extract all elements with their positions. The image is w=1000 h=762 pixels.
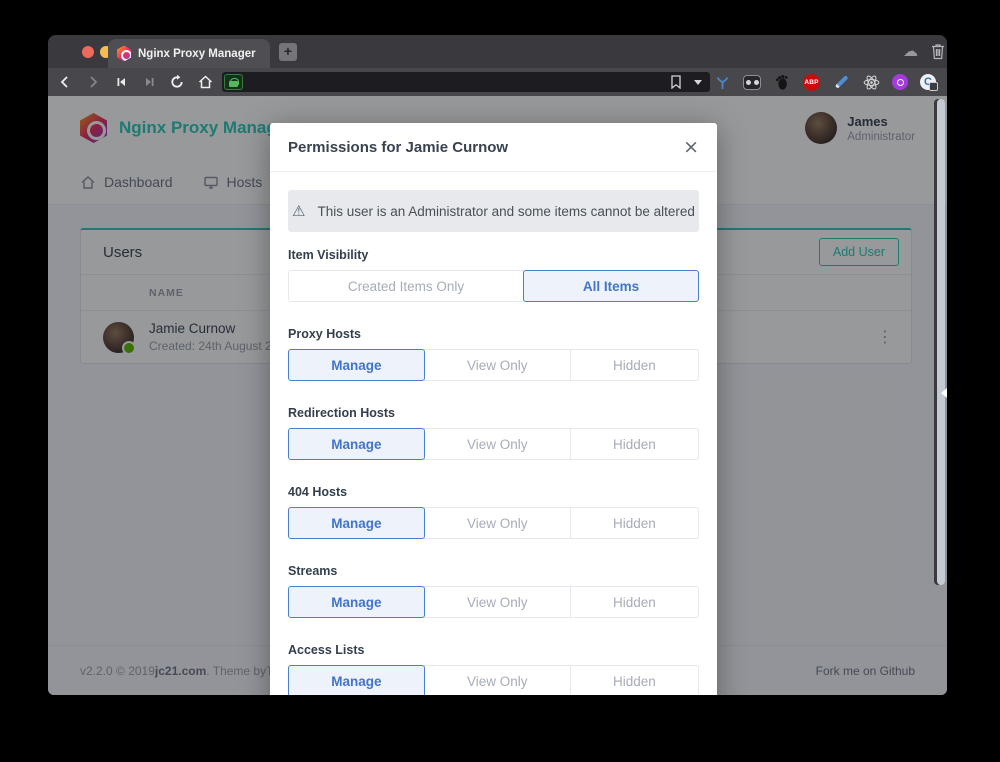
browser-tab[interactable]: Nginx Proxy Manager	[108, 39, 270, 68]
extension-robot-icon[interactable]	[743, 73, 761, 91]
segment-option-view-only[interactable]: View Only	[424, 665, 571, 695]
segment-option-manage[interactable]: Manage	[288, 428, 425, 460]
close-window-button[interactable]	[82, 46, 94, 58]
warning-icon: ⚠	[292, 202, 305, 220]
segment-option-manage[interactable]: Manage	[288, 586, 425, 618]
extension-tree-icon[interactable]	[713, 73, 731, 91]
segment-option-manage[interactable]: Manage	[288, 665, 425, 695]
https-lock-icon[interactable]	[224, 74, 243, 90]
segment-option-hidden[interactable]: Hidden	[570, 507, 699, 539]
segment-option-hidden[interactable]: Hidden	[570, 349, 699, 381]
segment-option-view-only[interactable]: View Only	[424, 586, 571, 618]
perm-section-streams: Streams ManageView OnlyHidden	[288, 564, 699, 618]
modal-title: Permissions for Jamie Curnow	[288, 139, 508, 156]
extension-atom-icon[interactable]	[862, 73, 880, 91]
segment-option-manage[interactable]: Manage	[288, 507, 425, 539]
bookmark-icon[interactable]	[670, 75, 682, 89]
sidebar-collapse-arrow-icon[interactable]	[941, 388, 947, 398]
url-bar[interactable]	[222, 72, 710, 92]
page-scrollbar-thumb[interactable]	[937, 99, 945, 585]
permissions-modal: Permissions for Jamie Curnow × ⚠ This us…	[270, 123, 717, 695]
segment-option-view-only[interactable]: View Only	[424, 507, 571, 539]
segment-option-all-items[interactable]: All Items	[523, 270, 699, 302]
segment-option-view-only[interactable]: View Only	[424, 349, 571, 381]
item-visibility-label: Item Visibility	[288, 248, 699, 262]
trash-icon[interactable]	[931, 43, 945, 60]
page-viewport: Nginx Proxy Manager James Administrator …	[48, 96, 947, 695]
forward-icon[interactable]	[80, 70, 106, 94]
skip-forward-icon[interactable]	[136, 70, 162, 94]
perm-section-access-lists: Access Lists ManageView OnlyHidden	[288, 643, 699, 695]
segment-option-hidden[interactable]: Hidden	[570, 665, 699, 695]
extension-gnome-foot-icon[interactable]	[773, 73, 791, 91]
favicon	[117, 46, 131, 62]
extension-adblock-icon[interactable]: ABP	[803, 74, 820, 91]
new-tab-button[interactable]: +	[279, 43, 297, 61]
admin-alert: ⚠ This user is an Administrator and some…	[288, 190, 699, 232]
admin-alert-text: This user is an Administrator and some i…	[318, 204, 695, 219]
browser-window: Nginx Proxy Manager + ☁	[48, 35, 947, 695]
segment-option-view-only[interactable]: View Only	[424, 428, 571, 460]
segment-option-created-items-only[interactable]: Created Items Only	[288, 270, 524, 302]
tab-title: Nginx Proxy Manager	[138, 48, 256, 60]
reload-icon[interactable]	[164, 70, 190, 94]
extension-purple-icon[interactable]	[892, 74, 908, 90]
extension-row: ABP C	[713, 73, 936, 91]
segment-option-hidden[interactable]: Hidden	[570, 586, 699, 618]
browser-toolbar: ABP C	[48, 68, 947, 96]
segment-option-manage[interactable]: Manage	[288, 349, 425, 381]
perm-section-404-hosts: 404 Hosts ManageView OnlyHidden	[288, 485, 699, 539]
bookmark-dropdown-icon[interactable]	[694, 80, 702, 85]
extension-pen-icon[interactable]	[832, 73, 850, 91]
home-icon[interactable]	[192, 70, 218, 94]
back-icon[interactable]	[52, 70, 78, 94]
segment-option-hidden[interactable]: Hidden	[570, 428, 699, 460]
skip-back-icon[interactable]	[108, 70, 134, 94]
perm-section-redirection-hosts: Redirection Hosts ManageView OnlyHidden	[288, 406, 699, 460]
sync-cloud-icon[interactable]: ☁	[903, 42, 918, 60]
close-icon[interactable]: ×	[683, 138, 699, 157]
item-visibility-group: Created Items OnlyAll Items	[288, 270, 699, 302]
browser-tab-bar: Nginx Proxy Manager + ☁	[48, 35, 947, 68]
perm-section-proxy-hosts: Proxy Hosts ManageView OnlyHidden	[288, 327, 699, 381]
extension-clock-lock-icon[interactable]: C	[920, 74, 936, 90]
